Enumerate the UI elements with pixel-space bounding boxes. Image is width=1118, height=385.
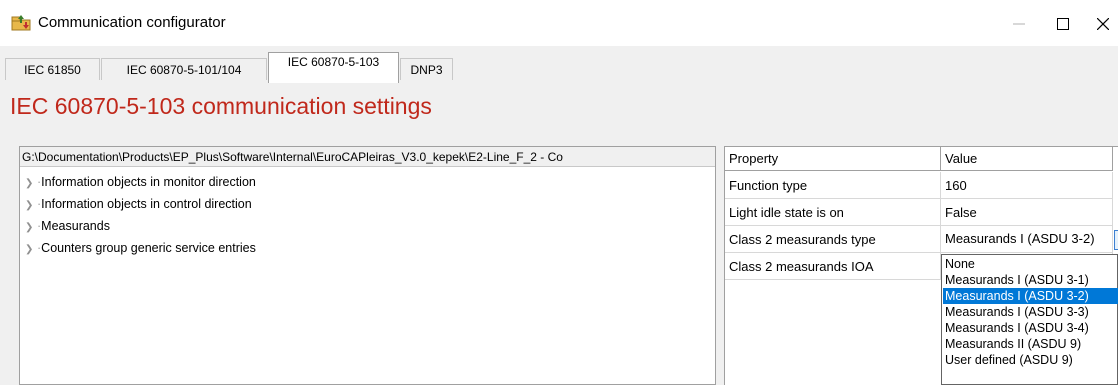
combobox-dropdown-button[interactable] (1114, 230, 1118, 250)
dropdown-option[interactable]: None (943, 256, 1118, 272)
tab-iec-60870-5-103[interactable]: IEC 60870-5-103 (268, 52, 399, 83)
chevron-right-icon: ❯ (25, 244, 34, 255)
value-function-type[interactable]: 160 (941, 172, 1113, 199)
tree-root-path: G:\Documentation\Products\EP_Plus\Softwa… (20, 147, 715, 167)
dropdown-option[interactable]: Measurands I (ASDU 3-3) (943, 304, 1118, 320)
page-title: IEC 60870-5-103 communication settings (10, 93, 432, 119)
tab-iec-61850[interactable]: IEC 61850 (5, 58, 100, 80)
tree-view[interactable]: G:\Documentation\Products\EP_Plus\Softwa… (19, 146, 716, 385)
dropdown-option[interactable]: Measurands II (ASDU 9) (943, 336, 1118, 352)
measurands-type-dropdown-list[interactable]: None Measurands I (ASDU 3-1) Measurands … (941, 254, 1118, 385)
maximize-icon (1057, 18, 1069, 30)
tree-item-measurands[interactable]: ❯ ·Measurands (25, 216, 110, 236)
minimize-icon (1013, 23, 1025, 25)
property-light-idle: Light idle state is on (725, 199, 941, 226)
tree-item-control-direction[interactable]: ❯ ·Information objects in control directi… (25, 194, 252, 214)
title-bar: Communication configurator (0, 0, 1118, 46)
tab-iec-60870-5-101-104[interactable]: IEC 60870-5-101/104 (101, 58, 267, 80)
chevron-right-icon: ❯ (25, 222, 34, 233)
close-button[interactable] (1080, 10, 1118, 38)
dropdown-option-selected[interactable]: Measurands I (ASDU 3-2) (943, 288, 1118, 304)
window-title: Communication configurator (38, 14, 226, 31)
combobox-value: Measurands I (ASDU 3-2) (945, 231, 1095, 246)
dropdown-option[interactable]: Measurands I (ASDU 3-4) (943, 320, 1118, 336)
tree-item-counters-group[interactable]: ❯ ·Counters group generic service entries (25, 238, 256, 258)
property-function-type: Function type (725, 172, 941, 199)
property-class2-measurands-type: Class 2 measurands type (725, 226, 941, 253)
class2-measurands-type-combobox[interactable]: Measurands I (ASDU 3-2) (941, 226, 1113, 253)
dropdown-option[interactable]: User defined (ASDU 9) (943, 352, 1118, 368)
tab-dnp3[interactable]: DNP3 (400, 58, 453, 80)
tree-item-monitor-direction[interactable]: ❯ ·Information objects in monitor directi… (25, 172, 256, 192)
property-class2-measurands-ioa: Class 2 measurands IOA (725, 253, 941, 280)
column-header-value[interactable]: Value (941, 147, 1113, 171)
minimize-button[interactable] (996, 10, 1042, 38)
close-icon (1097, 18, 1109, 30)
chevron-right-icon: ❯ (25, 178, 34, 189)
column-header-property[interactable]: Property (725, 147, 941, 171)
value-light-idle[interactable]: False (941, 199, 1113, 226)
chevron-right-icon: ❯ (25, 200, 34, 211)
app-icon (11, 14, 31, 31)
dropdown-option[interactable]: Measurands I (ASDU 3-1) (943, 272, 1118, 288)
